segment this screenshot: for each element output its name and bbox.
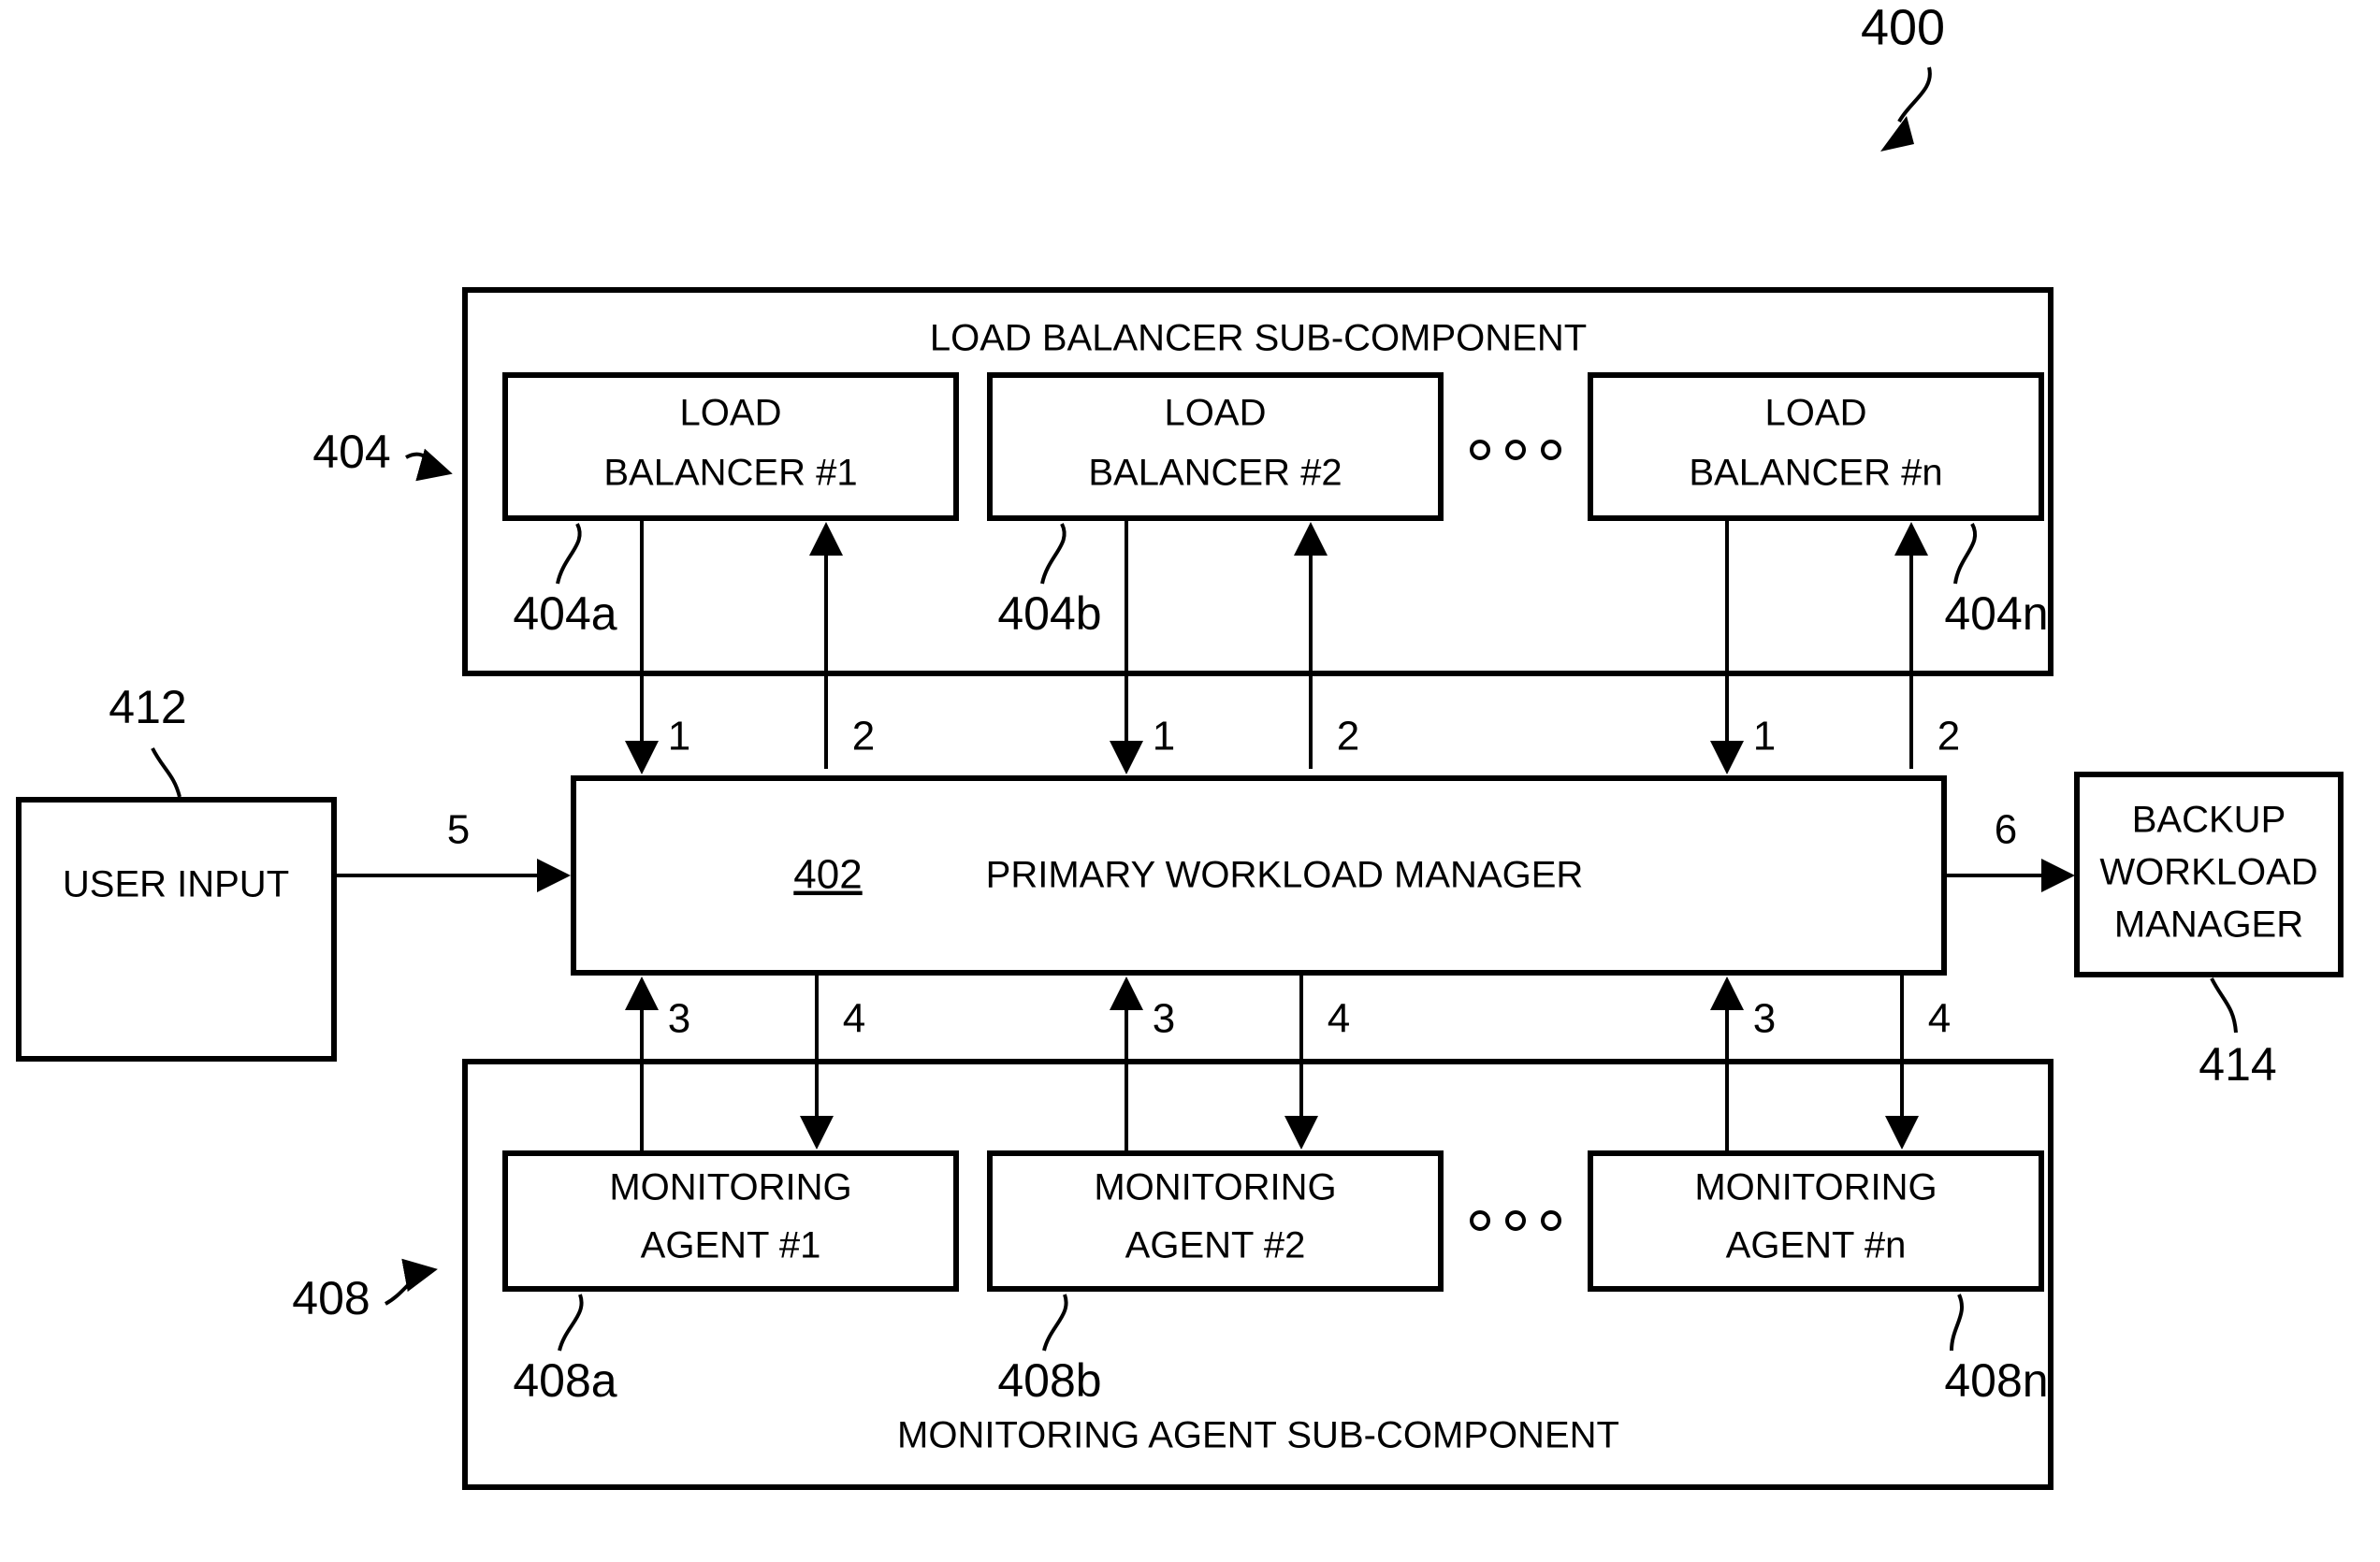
monitoring-agent-1-label-line1: MONITORING xyxy=(609,1167,851,1208)
ref-414-leader xyxy=(2210,977,2238,1034)
user-input-box[interactable] xyxy=(16,797,337,1062)
ref-408-label: 408 xyxy=(292,1272,370,1324)
ref-402-label: 402 xyxy=(793,852,862,898)
flow-label-man-down: 4 xyxy=(1928,996,1951,1042)
flow-label-lbn-up: 2 xyxy=(1937,714,1960,759)
diagram-canvas: 400 LOAD BALANCER SUB-COMPONENT 404 LOAD… xyxy=(16,0,2344,1490)
figure-leader-arrowhead xyxy=(1880,116,1914,152)
ref-404n-label: 404n xyxy=(1944,587,2048,640)
monitoring-agent-ellipsis xyxy=(1470,1210,1561,1231)
load-balancer-ellipsis xyxy=(1470,440,1561,460)
ref-412-label: 412 xyxy=(109,681,186,733)
primary-workload-manager-label: PRIMARY WORKLOAD MANAGER xyxy=(986,855,1584,896)
monitoring-agent-2-label-line2: AGENT #2 xyxy=(1125,1225,1306,1266)
figure-number: 400 xyxy=(1861,0,1945,55)
flow-label-ma1-down: 4 xyxy=(843,996,865,1042)
ref-404b-leader xyxy=(1040,523,1067,585)
load-balancer-n-label-line1: LOAD xyxy=(1765,393,1867,434)
ref-408n-leader xyxy=(1950,1294,1965,1352)
ref-408-leader xyxy=(385,1258,438,1306)
ref-414-label: 414 xyxy=(2199,1038,2276,1091)
load-balancer-1-label-line1: LOAD xyxy=(680,393,782,434)
ref-408b-leader xyxy=(1042,1294,1068,1352)
load-balancer-2-label-line2: BALANCER #2 xyxy=(1088,453,1342,494)
backup-workload-manager-line1: BACKUP xyxy=(2132,800,2286,841)
monitoring-agent-1-label-line2: AGENT #1 xyxy=(641,1225,821,1266)
ref-408a-label: 408a xyxy=(513,1354,617,1407)
backup-workload-manager-line2: WORKLOAD xyxy=(2099,852,2317,893)
ref-404b-label: 404b xyxy=(997,587,1101,640)
flow-label-ma2-down: 4 xyxy=(1328,996,1350,1042)
user-input-label: USER INPUT xyxy=(63,864,289,905)
ref-404-label: 404 xyxy=(312,426,390,478)
flow-label-lb1-up: 2 xyxy=(852,714,875,759)
ref-408b-label: 408b xyxy=(997,1354,1101,1407)
flow-label-lb1-down: 1 xyxy=(668,714,690,759)
monitoring-agent-2-label-line1: MONITORING xyxy=(1094,1167,1336,1208)
monitoring-agent-subcomponent-title: MONITORING AGENT SUB-COMPONENT xyxy=(897,1415,1619,1456)
load-balancer-2-label-line1: LOAD xyxy=(1165,393,1267,434)
flow-label-lb2-down: 1 xyxy=(1153,714,1175,759)
flow-label-user-to-primary: 5 xyxy=(447,807,470,853)
flow-label-ma2-up: 3 xyxy=(1153,996,1175,1042)
load-balancer-1-label-line2: BALANCER #1 xyxy=(603,453,857,494)
ref-408n-label: 408n xyxy=(1944,1354,2048,1407)
load-balancer-subcomponent-title: LOAD BALANCER SUB-COMPONENT xyxy=(930,318,1587,359)
load-balancer-n-label-line2: BALANCER #n xyxy=(1689,453,1942,494)
monitoring-agent-n-label-line1: MONITORING xyxy=(1694,1167,1937,1208)
flow-label-lb2-up: 2 xyxy=(1337,714,1359,759)
flow-label-lbn-down: 1 xyxy=(1753,714,1776,759)
ref-404a-label: 404a xyxy=(513,587,617,640)
patent-figure-root: 400 LOAD BALANCER SUB-COMPONENT 404 LOAD… xyxy=(0,0,2380,1562)
flow-label-ma1-up: 3 xyxy=(668,996,690,1042)
figure-leader-line xyxy=(1897,66,1932,123)
ref-408a-leader xyxy=(558,1294,584,1352)
ref-404-leader xyxy=(405,448,453,482)
ref-404n-leader xyxy=(1953,523,1978,585)
ref-412-leader xyxy=(151,747,181,798)
monitoring-agent-n-label-line2: AGENT #n xyxy=(1726,1225,1907,1266)
ref-404a-leader xyxy=(556,523,582,585)
flow-label-man-up: 3 xyxy=(1753,996,1776,1042)
backup-workload-manager-line3: MANAGER xyxy=(2114,904,2303,946)
flow-label-primary-to-backup: 6 xyxy=(1995,807,2017,853)
